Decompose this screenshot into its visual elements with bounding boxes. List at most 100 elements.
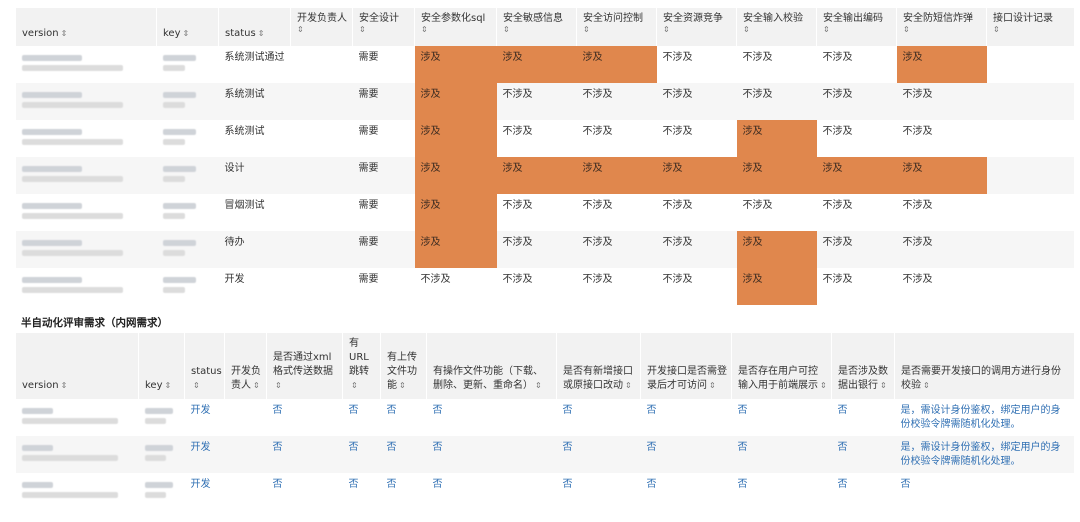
answer-link[interactable]: 否 — [342, 473, 381, 510]
column-header-version[interactable]: version ⇕ — [15, 333, 139, 399]
security-flag-cell: 不涉及 — [496, 120, 577, 157]
sort-icon[interactable]: ⇕ — [820, 381, 827, 390]
column-header-url-redirect[interactable]: 有URL跳转⇕ — [342, 333, 381, 399]
column-header-race[interactable]: 安全资源竞争 ⇕ — [656, 8, 737, 46]
answer-link[interactable]: 否 — [266, 399, 343, 436]
column-header-security-design[interactable]: 安全设计 ⇕ — [352, 8, 415, 46]
answer-link[interactable]: 否 — [380, 399, 427, 436]
column-header-sensitive-info[interactable]: 安全敏感信息 ⇕ — [496, 8, 577, 46]
answer-link[interactable]: 否 — [556, 436, 641, 473]
answer-link[interactable]: 否 — [731, 473, 832, 510]
key-cell — [156, 157, 219, 194]
answer-link[interactable]: 否 — [342, 399, 381, 436]
sort-icon[interactable]: ⇕ — [503, 25, 576, 35]
sort-icon[interactable]: ⇕ — [903, 25, 986, 35]
sort-icon[interactable]: ⇕ — [253, 381, 260, 390]
sort-icon[interactable]: ⇕ — [625, 381, 632, 390]
answer-link[interactable]: 否 — [640, 473, 732, 510]
answer-link[interactable]: 否 — [426, 473, 557, 510]
column-header-new-interface[interactable]: 是否有新增接口或原接口改动 ⇕ — [556, 333, 641, 399]
answer-link[interactable]: 否 — [731, 399, 832, 436]
sort-icon[interactable]: ⇕ — [258, 29, 265, 38]
sort-icon[interactable]: ⇕ — [823, 25, 896, 35]
column-header-user-input[interactable]: 是否存在用户可控输入用于前端展示 ⇕ — [731, 333, 832, 399]
sort-icon[interactable]: ⇕ — [535, 381, 542, 390]
column-header-login-required[interactable]: 开发接口是否需登录后才可访问 ⇕ — [640, 333, 732, 399]
column-header-input-validation[interactable]: 安全输入校验 ⇕ — [736, 8, 817, 46]
answer-link[interactable]: 否 — [426, 399, 557, 436]
column-header-key[interactable]: key ⇕ — [138, 333, 185, 399]
sort-icon[interactable]: ⇕ — [165, 381, 172, 390]
table-row[interactable]: 开发否否否否否否否否否 — [15, 473, 1074, 510]
sort-icon[interactable]: ⇕ — [880, 381, 887, 390]
table-row[interactable]: 系统测试通过 需要 涉及 涉及 涉及 不涉及 不涉及 不涉及 涉及 — [15, 46, 1074, 83]
redacted-text — [162, 213, 185, 219]
caller-auth-answer-link[interactable]: 是，需设计身份鉴权，绑定用户的身份校验令牌需随机化处理。 — [894, 399, 1074, 436]
table-row[interactable]: 开发 需要 不涉及 不涉及 不涉及 不涉及 涉及 不涉及 不涉及 — [15, 268, 1074, 305]
sort-icon[interactable]: ⇕ — [663, 25, 736, 35]
table-row[interactable]: 冒烟测试 需要 涉及 不涉及 不涉及 不涉及 不涉及 不涉及 不涉及 — [15, 194, 1074, 231]
sort-icon[interactable]: ⇕ — [993, 25, 1074, 35]
answer-link[interactable]: 否 — [831, 399, 895, 436]
sort-icon[interactable]: ⇕ — [421, 25, 496, 35]
sort-icon[interactable]: ⇕ — [297, 25, 352, 35]
status-link[interactable]: 开发 — [184, 399, 225, 436]
security-flag-cell: 不涉及 — [816, 231, 897, 268]
answer-link[interactable]: 否 — [731, 436, 832, 473]
answer-link[interactable]: 否 — [342, 436, 381, 473]
column-header-caller-auth[interactable]: 是否需要开发接口的调用方进行身份校验 ⇕ — [894, 333, 1074, 399]
sort-icon[interactable]: ⇕ — [61, 29, 68, 38]
sort-icon[interactable]: ⇕ — [583, 25, 656, 35]
caller-auth-answer-link[interactable]: 否 — [894, 473, 1074, 510]
column-header-status[interactable]: status ⇕ — [218, 8, 291, 46]
sort-icon[interactable]: ⇕ — [193, 381, 200, 390]
sort-icon[interactable]: ⇕ — [351, 381, 358, 390]
column-header-upload[interactable]: 有上传文件功能 ⇕ — [380, 333, 427, 399]
sort-icon[interactable]: ⇕ — [923, 381, 930, 390]
answer-link[interactable]: 否 — [266, 473, 343, 510]
answer-link[interactable]: 否 — [380, 473, 427, 510]
column-header-access-control[interactable]: 安全访问控制 ⇕ — [576, 8, 657, 46]
column-header-sms-bomb[interactable]: 安全防短信炸弹 ⇕ — [896, 8, 987, 46]
table-row[interactable]: 待办 需要 涉及 不涉及 不涉及 不涉及 涉及 不涉及 不涉及 — [15, 231, 1074, 268]
table-row[interactable]: 开发否否否否否否否否是，需设计身份鉴权，绑定用户的身份校验令牌需随机化处理。 — [15, 436, 1074, 473]
sort-icon[interactable]: ⇕ — [743, 25, 816, 35]
column-header-sql[interactable]: 安全参数化sql ⇕ — [414, 8, 497, 46]
answer-link[interactable]: 否 — [831, 473, 895, 510]
answer-link[interactable]: 否 — [266, 436, 343, 473]
sort-icon[interactable]: ⇕ — [399, 381, 406, 390]
column-header-dev-owner[interactable]: 开发负责人 ⇕ — [224, 333, 267, 399]
answer-link[interactable]: 否 — [640, 436, 732, 473]
table-row[interactable]: 设计 需要 涉及 涉及 涉及 涉及 涉及 涉及 涉及 — [15, 157, 1074, 194]
table-row[interactable]: 系统测试 需要 涉及 不涉及 不涉及 不涉及 不涉及 不涉及 不涉及 — [15, 83, 1074, 120]
sort-icon[interactable]: ⇕ — [275, 381, 282, 390]
sort-icon[interactable]: ⇕ — [61, 381, 68, 390]
table-row[interactable]: 开发否否否否否否否否是，需设计身份鉴权，绑定用户的身份校验令牌需随机化处理。 — [15, 399, 1074, 436]
column-header-data-out-bank[interactable]: 是否涉及数据出银行 ⇕ — [831, 333, 895, 399]
column-header-version[interactable]: version ⇕ — [15, 8, 157, 46]
status-link[interactable]: 开发 — [184, 436, 225, 473]
status-link[interactable]: 开发 — [184, 473, 225, 510]
caller-auth-answer-link[interactable]: 是，需设计身份鉴权，绑定用户的身份校验令牌需随机化处理。 — [894, 436, 1074, 473]
sort-icon[interactable]: ⇕ — [709, 381, 716, 390]
answer-link[interactable]: 否 — [831, 436, 895, 473]
column-header-file-ops[interactable]: 有操作文件功能（下载、删除、更新、重命名） ⇕ — [426, 333, 557, 399]
security-flag-cell: 涉及 — [736, 120, 817, 157]
column-header-status[interactable]: status ⇕ — [184, 333, 225, 399]
column-header-interface-record[interactable]: 接口设计记录 ⇕ — [986, 8, 1074, 46]
answer-link[interactable]: 否 — [556, 473, 641, 510]
column-header-dev-owner[interactable]: 开发负责人 ⇕ — [290, 8, 353, 46]
column-header-output-encoding[interactable]: 安全输出编码 ⇕ — [816, 8, 897, 46]
sort-icon[interactable]: ⇕ — [183, 29, 190, 38]
security-flag-cell: 不涉及 — [414, 268, 497, 305]
answer-link[interactable]: 否 — [640, 399, 732, 436]
column-header-key[interactable]: key ⇕ — [156, 8, 219, 46]
answer-link[interactable]: 否 — [426, 436, 557, 473]
answer-link[interactable]: 否 — [556, 399, 641, 436]
answer-link[interactable]: 否 — [380, 436, 427, 473]
table-row[interactable]: 系统测试 需要 涉及 不涉及 不涉及 不涉及 涉及 不涉及 不涉及 — [15, 120, 1074, 157]
column-header-xml[interactable]: 是否通过xml格式传送数据⇕ — [266, 333, 343, 399]
security-design-cell: 需要 — [352, 83, 415, 120]
security-flag-cell: 涉及 — [736, 268, 817, 305]
sort-icon[interactable]: ⇕ — [359, 25, 414, 35]
